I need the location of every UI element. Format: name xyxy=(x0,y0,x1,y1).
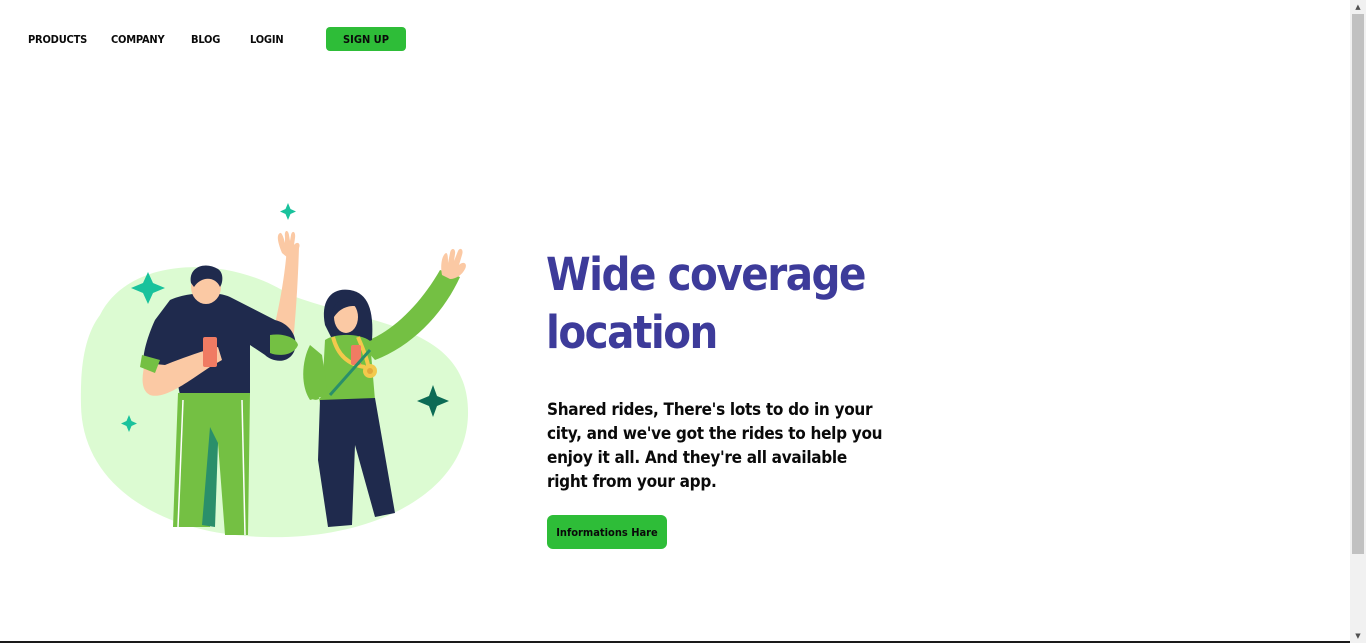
nav-link-blog[interactable]: BLOG xyxy=(191,33,220,46)
nav-link-login[interactable]: LOGIN xyxy=(250,33,284,46)
nav-link-products[interactable]: PRODUCTS xyxy=(28,33,87,46)
page: PRODUCTS COMPANY BLOG LOGIN SIGN UP Wide… xyxy=(0,0,1366,643)
hero-title: Wide coverage location xyxy=(546,248,866,359)
hero-description: Shared rides, There's lots to do in your… xyxy=(547,400,883,492)
hero-illustration xyxy=(80,203,469,538)
sparkle-icon xyxy=(280,203,296,220)
scrollbar-thumb[interactable] xyxy=(1352,14,1364,554)
informations-button[interactable]: Informations Hare xyxy=(547,515,667,549)
nav-link-company[interactable]: COMPANY xyxy=(111,33,165,46)
scroll-up-icon[interactable]: ▲ xyxy=(1350,0,1366,14)
scroll-down-icon[interactable]: ▼ xyxy=(1350,629,1366,643)
signup-button[interactable]: SIGN UP xyxy=(326,27,406,51)
vertical-scrollbar[interactable]: ▲ ▼ xyxy=(1350,0,1366,643)
phone-icon xyxy=(203,337,217,367)
background-blob xyxy=(80,267,469,538)
